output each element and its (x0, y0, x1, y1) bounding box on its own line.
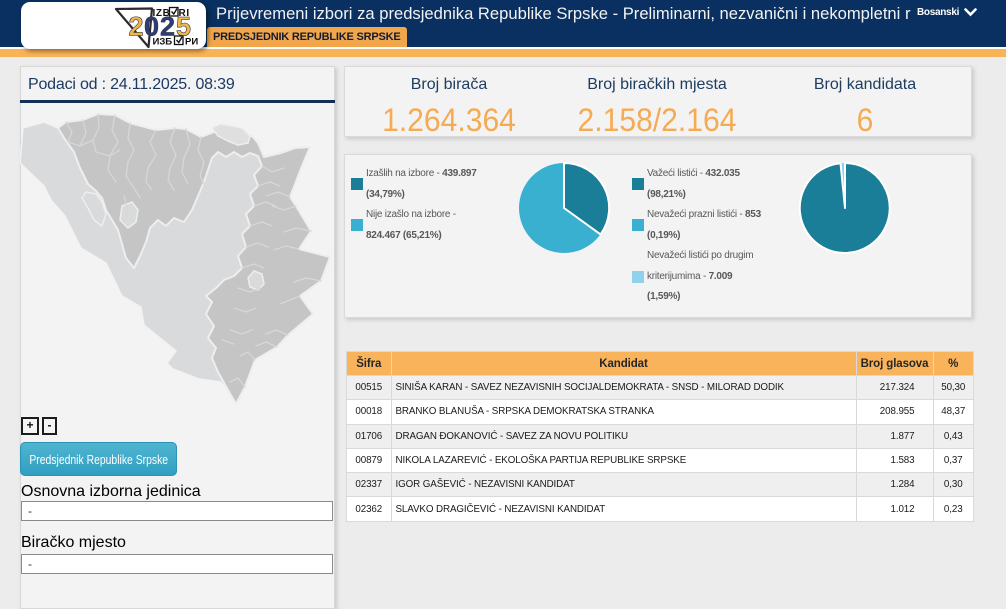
svg-text:2: 2 (129, 12, 144, 42)
svg-text:РИ: РИ (185, 37, 198, 48)
svg-text:ИЗБ: ИЗБ (153, 37, 173, 48)
